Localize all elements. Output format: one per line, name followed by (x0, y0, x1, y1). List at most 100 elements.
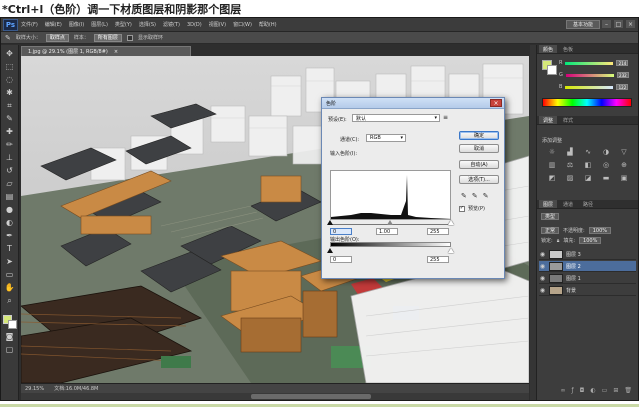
lasso-tool-icon[interactable]: ◌ (4, 75, 15, 85)
green-slider-row[interactable]: G 232 (559, 71, 635, 79)
red-slider[interactable] (565, 61, 614, 65)
layer-name[interactable]: 图层 3 (566, 251, 581, 258)
link-icon[interactable]: ∞ (561, 387, 566, 396)
blue-slider-row[interactable]: B 122 (559, 83, 635, 91)
dialog-close-icon[interactable]: × (490, 99, 502, 107)
folder-icon[interactable]: ▭ (602, 387, 608, 396)
layer-name[interactable]: 图层 1 (566, 275, 581, 282)
path-select-tool-icon[interactable]: ➤ (4, 257, 15, 267)
white-eyedropper-icon[interactable]: ✎ (483, 192, 489, 200)
tab-layers[interactable]: 图层 (539, 200, 558, 208)
levels-icon[interactable]: ▟ (563, 147, 577, 157)
preview-option[interactable]: ✓ 预览(P) (459, 205, 485, 212)
show-ring-checkbox[interactable] (126, 34, 133, 41)
opacity-field[interactable]: 100% (588, 227, 611, 234)
color-spectrum-bar[interactable] (542, 98, 632, 107)
menu-edit[interactable]: 编辑(E) (45, 21, 62, 28)
collapsed-panel-dock[interactable] (530, 45, 537, 400)
pen-tool-icon[interactable]: ✒ (4, 231, 15, 241)
clone-stamp-tool-icon[interactable]: ⊥ (4, 153, 15, 163)
threshold-icon[interactable]: ◪ (581, 173, 595, 183)
menu-3d[interactable]: 3D(D) (187, 22, 202, 28)
menu-file[interactable]: 文件(F) (21, 21, 38, 28)
menu-select[interactable]: 选择(S) (139, 21, 156, 28)
output-white-handle[interactable] (448, 248, 454, 253)
output-black-handle[interactable] (327, 248, 333, 253)
curves-icon[interactable]: ∿ (581, 147, 595, 157)
red-value[interactable]: 214 (616, 60, 629, 66)
preset-options-icon[interactable]: ≡ (443, 114, 448, 121)
channel-mixer-icon[interactable]: ⊕ (617, 160, 631, 170)
options-button[interactable]: 选项(T)... (459, 175, 499, 184)
document-tab[interactable]: 1.jpg @ 29.1% (图层 1, RGB/8#) × (21, 46, 191, 56)
exposure-icon[interactable]: ◑ (599, 147, 613, 157)
input-gamma-field[interactable]: 1.00 (376, 228, 398, 235)
fx-icon[interactable]: ƒ (572, 387, 574, 396)
tab-channels[interactable]: 通道 (559, 200, 577, 208)
menu-layer[interactable]: 图层(L) (91, 21, 108, 28)
dodge-tool-icon[interactable]: ◐ (4, 218, 15, 228)
minimize-button[interactable]: – (602, 20, 611, 28)
visibility-eye-icon[interactable]: ◉ (539, 275, 546, 282)
input-black-handle[interactable] (327, 220, 333, 225)
gradient-map-icon[interactable]: ▬ (599, 173, 613, 183)
background-color-swatch[interactable] (547, 65, 557, 75)
quick-select-tool-icon[interactable]: ✱ (4, 88, 15, 98)
menu-image[interactable]: 图像(I) (69, 21, 84, 28)
black-white-icon[interactable]: ◧ (581, 160, 595, 170)
photo-filter-icon[interactable]: ◎ (599, 160, 613, 170)
healing-tool-icon[interactable]: ✚ (4, 127, 15, 137)
adjustment-layer-icon[interactable]: ◐ (590, 387, 595, 396)
trash-icon[interactable]: 🗑︎ (624, 387, 632, 396)
mask-icon[interactable]: ◘ (580, 387, 585, 396)
zoom-level[interactable]: 29.15% (25, 386, 44, 392)
move-tool-icon[interactable]: ✥ (4, 49, 15, 59)
red-slider-row[interactable]: R 214 (559, 59, 635, 67)
channel-select[interactable]: RGB ▾ (366, 134, 406, 142)
background-color-swatch[interactable] (7, 320, 17, 329)
sample-size-select[interactable]: 取样点 (45, 33, 69, 42)
levels-dialog-titlebar[interactable]: 色阶 × (322, 98, 504, 109)
preview-checkbox[interactable]: ✓ (459, 205, 465, 212)
document-tab-close-icon[interactable]: × (114, 49, 118, 55)
cancel-button[interactable]: 取消 (459, 144, 499, 153)
hue-saturation-icon[interactable]: ▥ (545, 160, 559, 170)
sample-select[interactable]: 所有图层 (93, 33, 122, 42)
new-layer-icon[interactable]: ⊞ (613, 387, 618, 396)
maximize-button[interactable]: □ (614, 20, 623, 28)
fill-field[interactable]: 100% (579, 237, 602, 244)
screen-mode-icon[interactable]: ▢ (4, 345, 15, 355)
layer-row[interactable]: ◉ 背景 (539, 285, 636, 296)
blend-mode-select[interactable]: 正常 (541, 227, 560, 234)
output-white-field[interactable]: 255 (427, 256, 449, 263)
selective-color-icon[interactable]: ▣ (617, 173, 631, 183)
blue-slider[interactable] (565, 85, 614, 89)
visibility-eye-icon[interactable]: ◉ (539, 251, 546, 258)
output-black-field[interactable]: 0 (330, 256, 352, 263)
quick-mask-icon[interactable]: ◙ (4, 332, 15, 342)
auto-button[interactable]: 自动(A) (459, 160, 499, 169)
input-white-field[interactable]: 255 (427, 228, 449, 235)
gray-eyedropper-icon[interactable]: ✎ (472, 192, 478, 200)
input-black-field[interactable]: 0 (330, 228, 352, 235)
layer-row[interactable]: ◉ 图层 1 (539, 273, 636, 284)
color-balance-icon[interactable]: ⚖ (563, 160, 577, 170)
black-eyedropper-icon[interactable]: ✎ (461, 192, 467, 200)
eraser-tool-icon[interactable]: ▱ (4, 179, 15, 189)
ok-button[interactable]: 确定 (459, 131, 499, 140)
blur-tool-icon[interactable]: ● (4, 205, 15, 215)
tab-paths[interactable]: 路径 (579, 200, 597, 208)
layer-row-selected[interactable]: ◉ 图层 2 (539, 261, 636, 272)
menu-window[interactable]: 窗口(W) (233, 21, 252, 28)
history-brush-tool-icon[interactable]: ↺ (4, 166, 15, 176)
color-swatches[interactable] (2, 315, 17, 329)
tab-adjustments[interactable]: 调整 (539, 116, 558, 124)
posterize-icon[interactable]: ▨ (563, 173, 577, 183)
shape-tool-icon[interactable]: ▭ (4, 270, 15, 280)
layer-name[interactable]: 背景 (566, 287, 576, 294)
brightness-icon[interactable]: ☼ (545, 147, 559, 157)
scrollbar-thumb[interactable] (251, 394, 371, 399)
invert-icon[interactable]: ◩ (545, 173, 559, 183)
tab-styles[interactable]: 样式 (559, 116, 577, 124)
preset-select[interactable]: 默认 ▾ (352, 114, 440, 122)
